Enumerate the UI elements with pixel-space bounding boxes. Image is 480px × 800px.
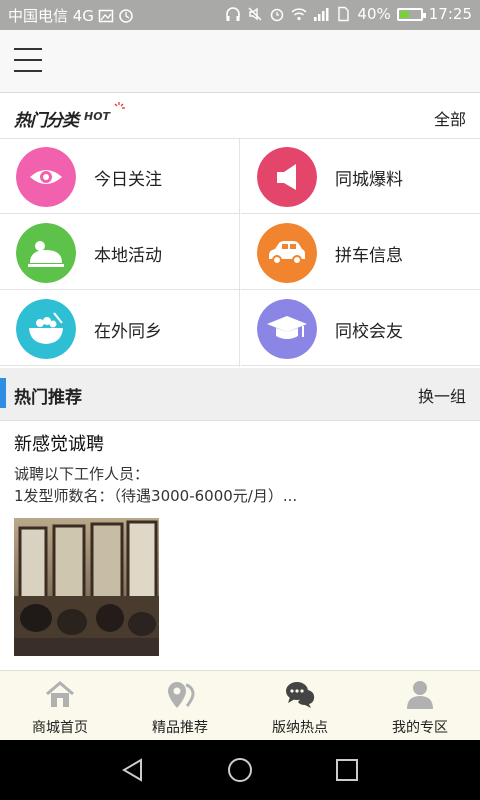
category-label: 本地活动 [94, 246, 162, 266]
bowl-icon [16, 299, 76, 359]
nav-hot-topics[interactable]: 版纳热点 [240, 671, 360, 741]
megaphone-icon [257, 147, 317, 207]
hot-categories-header: 热门分类 HOT 全部 [0, 93, 480, 139]
hot-badge: HOT [84, 110, 111, 123]
wifi-icon [291, 8, 307, 21]
category-label: 在外同乡 [94, 322, 162, 342]
clock: 17:25 [428, 5, 472, 23]
nav-label: 我的专区 [392, 720, 448, 736]
headphones-icon [226, 7, 241, 21]
nav-my-zone[interactable]: 我的专区 [360, 671, 480, 741]
battery-icon [396, 7, 426, 21]
top-app-bar [0, 30, 480, 93]
sync-icon [119, 8, 133, 23]
nav-featured[interactable]: 精品推荐 [120, 671, 240, 741]
battery-percent: 40% [357, 5, 391, 23]
status-left: 中国电信 4G [8, 5, 134, 26]
all-categories-link[interactable]: 全部 [434, 106, 466, 130]
nav-mall-home[interactable]: 商城首页 [0, 671, 120, 741]
back-icon[interactable] [120, 757, 146, 783]
location-pin-icon [168, 682, 195, 708]
system-navigation-bar [0, 740, 480, 800]
nav-label: 精品推荐 [152, 720, 208, 736]
home-icon [46, 681, 74, 707]
category-label: 拼车信息 [335, 246, 403, 266]
carrier-label: 中国电信 4G [8, 7, 94, 25]
hot-categories-title: 热门分类 [14, 111, 79, 131]
category-label: 同校会友 [335, 322, 403, 342]
category-label: 同城爆料 [335, 170, 403, 190]
grid-divider [239, 139, 240, 367]
image-icon [98, 9, 114, 22]
article-card[interactable]: 新感觉诚聘 诚聘以下工作人员： 1发型师数名：（待遇3000-6000元/月）.… [0, 421, 480, 669]
category-hometown[interactable]: 在外同乡 [0, 291, 239, 366]
mute-icon [248, 7, 262, 21]
car-icon [257, 223, 317, 283]
bottom-navigation: 商城首页 精品推荐 版纳热点 我的专区 [0, 670, 480, 741]
chat-bubbles-icon [286, 682, 315, 708]
category-local-events[interactable]: 本地活动 [0, 215, 239, 290]
menu-icon[interactable] [14, 48, 42, 72]
refresh-group-button[interactable]: 换一组 [418, 383, 466, 407]
alarm-icon [271, 8, 284, 22]
user-icon [407, 681, 433, 709]
eye-icon [16, 147, 76, 207]
category-local-news[interactable]: 同城爆料 [241, 139, 480, 214]
article-summary-line: 1发型师数名：（待遇3000-6000元/月）... [14, 487, 298, 505]
event-icon [16, 223, 76, 283]
article-title: 新感觉诚聘 [14, 434, 104, 455]
status-right: 40% 17:25 [225, 5, 472, 23]
burst-icon [114, 102, 125, 109]
category-today-focus[interactable]: 今日关注 [0, 139, 239, 214]
signal-icon [314, 8, 329, 21]
nav-label: 版纳热点 [272, 720, 328, 736]
home-circle-icon[interactable] [227, 757, 253, 783]
category-label: 今日关注 [94, 170, 162, 190]
article-summary-line: 诚聘以下工作人员： [14, 465, 150, 483]
graduation-cap-icon [257, 299, 317, 359]
status-bar: 中国电信 4G 40% 17:25 [0, 0, 480, 30]
recents-icon[interactable] [334, 757, 360, 783]
category-alumni[interactable]: 同校会友 [241, 291, 480, 366]
accent-bar [0, 378, 6, 408]
nav-label: 商城首页 [32, 720, 88, 736]
sim-icon [338, 6, 350, 22]
category-carpool[interactable]: 拼车信息 [241, 215, 480, 290]
recommend-title: 热门推荐 [14, 388, 82, 408]
article-thumbnail [14, 518, 159, 656]
recommend-header: 热门推荐 换一组 [0, 368, 480, 421]
